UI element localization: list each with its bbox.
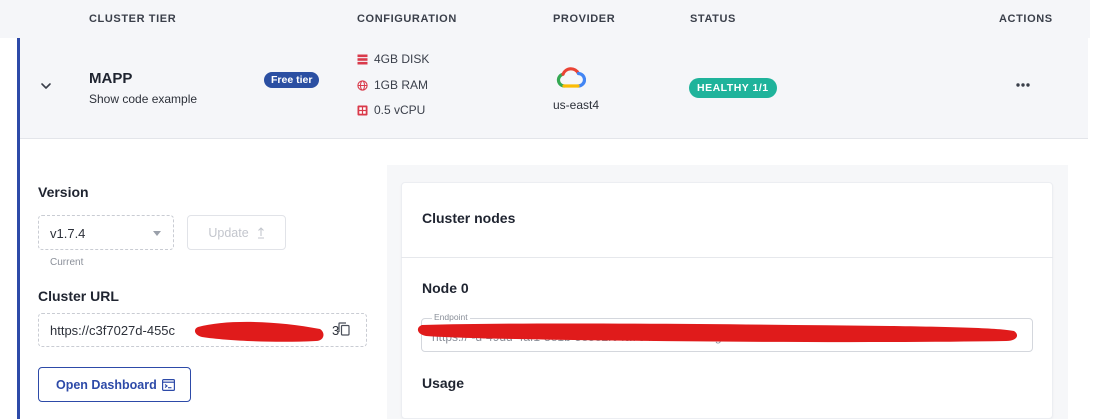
cluster-name: MAPP xyxy=(89,70,133,87)
usage-label: Usage xyxy=(422,375,465,391)
more-actions-icon[interactable] xyxy=(1015,80,1031,90)
cluster-url-label: Cluster URL xyxy=(38,288,119,304)
cluster-row[interactable] xyxy=(20,38,1088,139)
version-select[interactable]: v1.7.4 xyxy=(38,215,174,250)
node-title: Node 0 xyxy=(422,280,469,296)
config-disk-label: 4GB DISK xyxy=(374,52,430,66)
update-button[interactable]: Update xyxy=(187,215,286,250)
globe-icon xyxy=(357,79,368,91)
endpoint-value: https:// -d-49dd-4af1-8e1b-5e5e2f04a764.… xyxy=(432,330,722,344)
tier-badge: Free tier xyxy=(264,72,320,88)
dropdown-caret-icon xyxy=(153,231,161,236)
version-label: Version xyxy=(38,184,89,200)
cluster-url-field[interactable]: https://c3f7027d-455c 3 xyxy=(38,313,367,347)
column-header-provider: PROVIDER xyxy=(553,13,616,25)
card-divider xyxy=(401,257,1053,258)
config-ram: 1GB RAM xyxy=(357,78,428,92)
version-hint: Current xyxy=(50,257,84,268)
table-header: CLUSTER TIER CONFIGURATION PROVIDER STAT… xyxy=(0,0,1090,38)
copy-icon[interactable] xyxy=(338,322,350,336)
column-header-cluster-tier: CLUSTER TIER xyxy=(89,13,177,25)
column-header-configuration: CONFIGURATION xyxy=(357,13,457,25)
update-button-label: Update xyxy=(208,225,249,240)
open-dashboard-label: Open Dashboard xyxy=(56,377,157,392)
config-ram-label: 1GB RAM xyxy=(374,78,429,92)
status-badge: HEALTHY 1/1 xyxy=(689,78,777,98)
google-cloud-logo-icon xyxy=(556,67,586,88)
endpoint-label: Endpoint xyxy=(432,312,470,322)
cluster-nodes-title: Cluster nodes xyxy=(422,210,516,226)
disk-icon xyxy=(357,54,368,64)
terminal-icon xyxy=(162,379,175,391)
chevron-down-icon[interactable] xyxy=(40,80,52,92)
cluster-url-value: https://c3f7027d-455c xyxy=(50,323,176,338)
upload-arrow-icon xyxy=(257,226,264,239)
column-header-actions: ACTIONS xyxy=(999,13,1053,25)
cluster-subtitle: Show code example xyxy=(89,92,198,106)
version-value: v1.7.4 xyxy=(50,226,86,241)
column-header-status: STATUS xyxy=(690,13,736,25)
provider-region: us-east4 xyxy=(553,98,600,112)
config-cpu-label: 0.5 vCPU xyxy=(374,103,426,117)
config-disk: 4GB DISK xyxy=(357,52,429,66)
config-cpu: 0.5 vCPU xyxy=(357,103,425,117)
open-dashboard-button[interactable]: Open Dashboard xyxy=(38,367,191,402)
cpu-icon xyxy=(357,105,368,115)
